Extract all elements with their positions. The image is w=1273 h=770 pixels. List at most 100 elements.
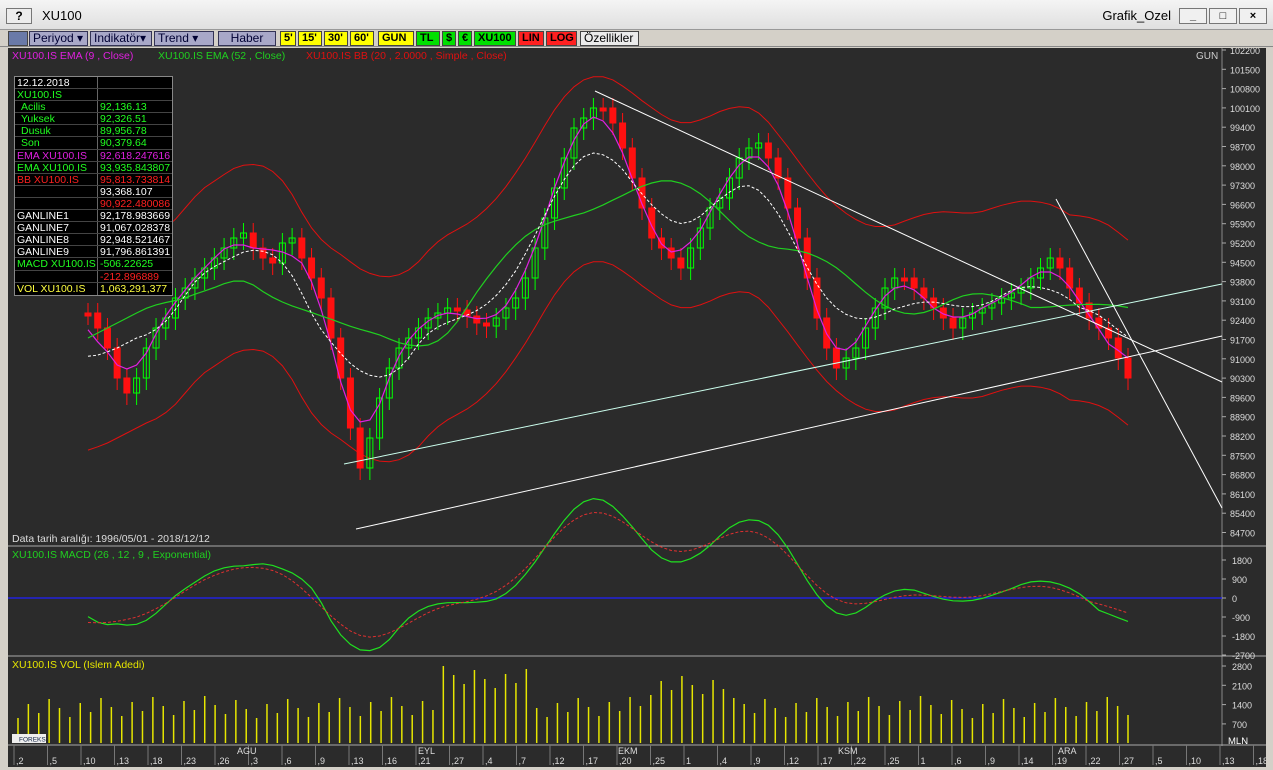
y-tick-label: 88200 [1230, 432, 1255, 442]
period-60-button[interactable]: 60' [350, 31, 374, 46]
candle-body [103, 327, 111, 349]
candle-body [308, 257, 316, 279]
info-vol-label: VOL XU100.IS [15, 282, 98, 295]
xu100-button[interactable]: XU100 [474, 31, 516, 46]
candle-body [794, 207, 802, 239]
macd-tick-label: -900 [1232, 613, 1250, 623]
x-tick-label: ,10 [83, 756, 96, 766]
candle-body [784, 177, 792, 209]
x-tick-label: ,26 [217, 756, 230, 766]
y-tick-label: 94500 [1230, 258, 1255, 268]
x-tick-label: 1 [686, 756, 691, 766]
y-tick-label: 88900 [1230, 413, 1255, 423]
info-acilis-value: 92,136.13 [100, 101, 147, 113]
x-tick-label: ,18 [1256, 756, 1267, 766]
candle-body [1114, 337, 1122, 359]
scale-lin-button[interactable]: LIN [518, 31, 544, 46]
x-tick-label: ,6 [284, 756, 292, 766]
x-tick-label: ,16 [385, 756, 398, 766]
periyod-dropdown[interactable]: Periyod ▾ [29, 31, 88, 46]
candle-body [483, 322, 491, 327]
minimize-button[interactable]: _ [1179, 8, 1207, 24]
x-tick-label: ,5 [50, 756, 58, 766]
maximize-button[interactable]: □ [1209, 8, 1237, 24]
candle-body [910, 277, 918, 289]
info-ema52-label: EMA XU100.IS [15, 161, 98, 173]
candle-body [94, 312, 102, 329]
info-son-label: Son [15, 137, 98, 149]
info-macd-signal: -212.896889 [100, 270, 159, 282]
vol-tick-label: 1400 [1232, 701, 1252, 711]
toolbar: Periyod ▾ Indikatör▾ Trend ▾ Haber 5' 15… [0, 30, 1273, 47]
period-gun-button[interactable]: GUN [378, 31, 414, 46]
legend-ema52: XU100.IS EMA (52 , Close) [158, 50, 285, 62]
y-tick-label: 92400 [1230, 316, 1255, 326]
indikator-dropdown[interactable]: Indikatör▾ [90, 31, 152, 46]
y-tick-label: 98000 [1230, 162, 1255, 172]
y-tick-label: 96600 [1230, 200, 1255, 210]
chart-canvas[interactable]: XU100.IS EMA (9 , Close) XU100.IS EMA (5… [8, 46, 1268, 767]
x-month-label: AGU [237, 746, 257, 756]
info-bb-label: BB XU100.IS [15, 173, 98, 185]
info-g7-value: 91,067.028378 [100, 222, 171, 234]
window-right-title: Grafik_Ozel [1102, 8, 1171, 23]
trend-dropdown[interactable]: Trend ▾ [154, 31, 214, 46]
x-tick-label: ,12 [552, 756, 565, 766]
vol-tick-label: 2800 [1232, 662, 1252, 672]
chart-area[interactable]: XU100.IS EMA (9 , Close) XU100.IS EMA (5… [8, 46, 1268, 767]
x-month-label: EKM [618, 746, 638, 756]
y-tick-label: 91700 [1230, 336, 1255, 346]
haber-button[interactable]: Haber [218, 31, 276, 46]
x-tick-label: ,27 [1122, 756, 1135, 766]
candle-body [949, 317, 957, 329]
close-button[interactable]: × [1239, 8, 1267, 24]
x-tick-label: ,22 [854, 756, 867, 766]
x-tick-label: ,9 [318, 756, 326, 766]
candle-body [473, 315, 481, 324]
info-ema9-label: EMA XU100.IS [15, 149, 98, 161]
vol-legend: XU100.IS VOL (Islem Adedi) [12, 659, 145, 671]
info-g8-value: 92,948.521467 [100, 234, 171, 246]
info-yuksek-value: 92,326.51 [100, 113, 147, 125]
candle-body [453, 307, 461, 312]
info-ema9-value: 92,618.247616 [100, 149, 171, 161]
y-tick-label: 98700 [1230, 143, 1255, 153]
help-button[interactable]: ? [6, 8, 32, 24]
y-tick-label: 85400 [1230, 509, 1255, 519]
y-tick-label: 100100 [1230, 104, 1260, 114]
candle-body [249, 232, 257, 249]
period-5-button[interactable]: 5' [280, 31, 296, 46]
x-tick-label: ,20 [619, 756, 632, 766]
candle-body [900, 277, 908, 282]
app-icon[interactable] [8, 31, 28, 46]
info-date: 12.12.2018 [15, 77, 98, 89]
period-30-button[interactable]: 30' [324, 31, 348, 46]
candle-body [356, 427, 364, 469]
x-tick-label: ,9 [753, 756, 761, 766]
y-tick-label: 97300 [1230, 181, 1255, 191]
x-tick-label: ,23 [184, 756, 197, 766]
currency-tl-button[interactable]: TL [416, 31, 440, 46]
x-tick-label: ,19 [1055, 756, 1068, 766]
ozellikler-button[interactable]: Özellikler [580, 31, 639, 46]
x-tick-label: ,4 [485, 756, 493, 766]
candle-body [609, 107, 617, 124]
info-g9-label: GANLINE9 [15, 246, 98, 258]
period-15-button[interactable]: 15' [298, 31, 322, 46]
candle-body [298, 237, 306, 259]
x-tick-label: ,18 [150, 756, 163, 766]
x-tick-label: ,10 [1189, 756, 1202, 766]
candle-body [1056, 257, 1064, 269]
x-tick-label: ,13 [117, 756, 130, 766]
currency-eur-button[interactable]: € [458, 31, 472, 46]
macd-tick-label: 900 [1232, 575, 1247, 585]
scale-log-button[interactable]: LOG [546, 31, 577, 46]
currency-usd-button[interactable]: $ [442, 31, 456, 46]
y-tick-label: 89600 [1230, 393, 1255, 403]
x-tick-label: ,13 [351, 756, 364, 766]
y-tick-label: 93800 [1230, 278, 1255, 288]
period-label: GUN [1196, 51, 1218, 62]
y-tick-label: 102200 [1230, 48, 1260, 56]
candle-body [317, 277, 325, 299]
info-g1-label: GANLINE1 [15, 210, 98, 222]
